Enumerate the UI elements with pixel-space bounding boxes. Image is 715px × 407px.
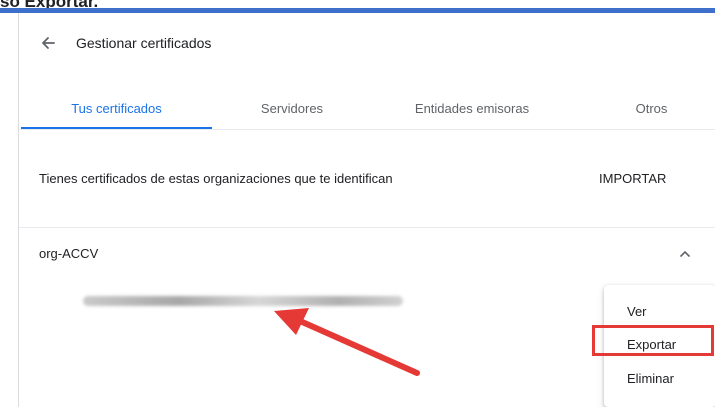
annotation-arrow [274, 308, 420, 376]
